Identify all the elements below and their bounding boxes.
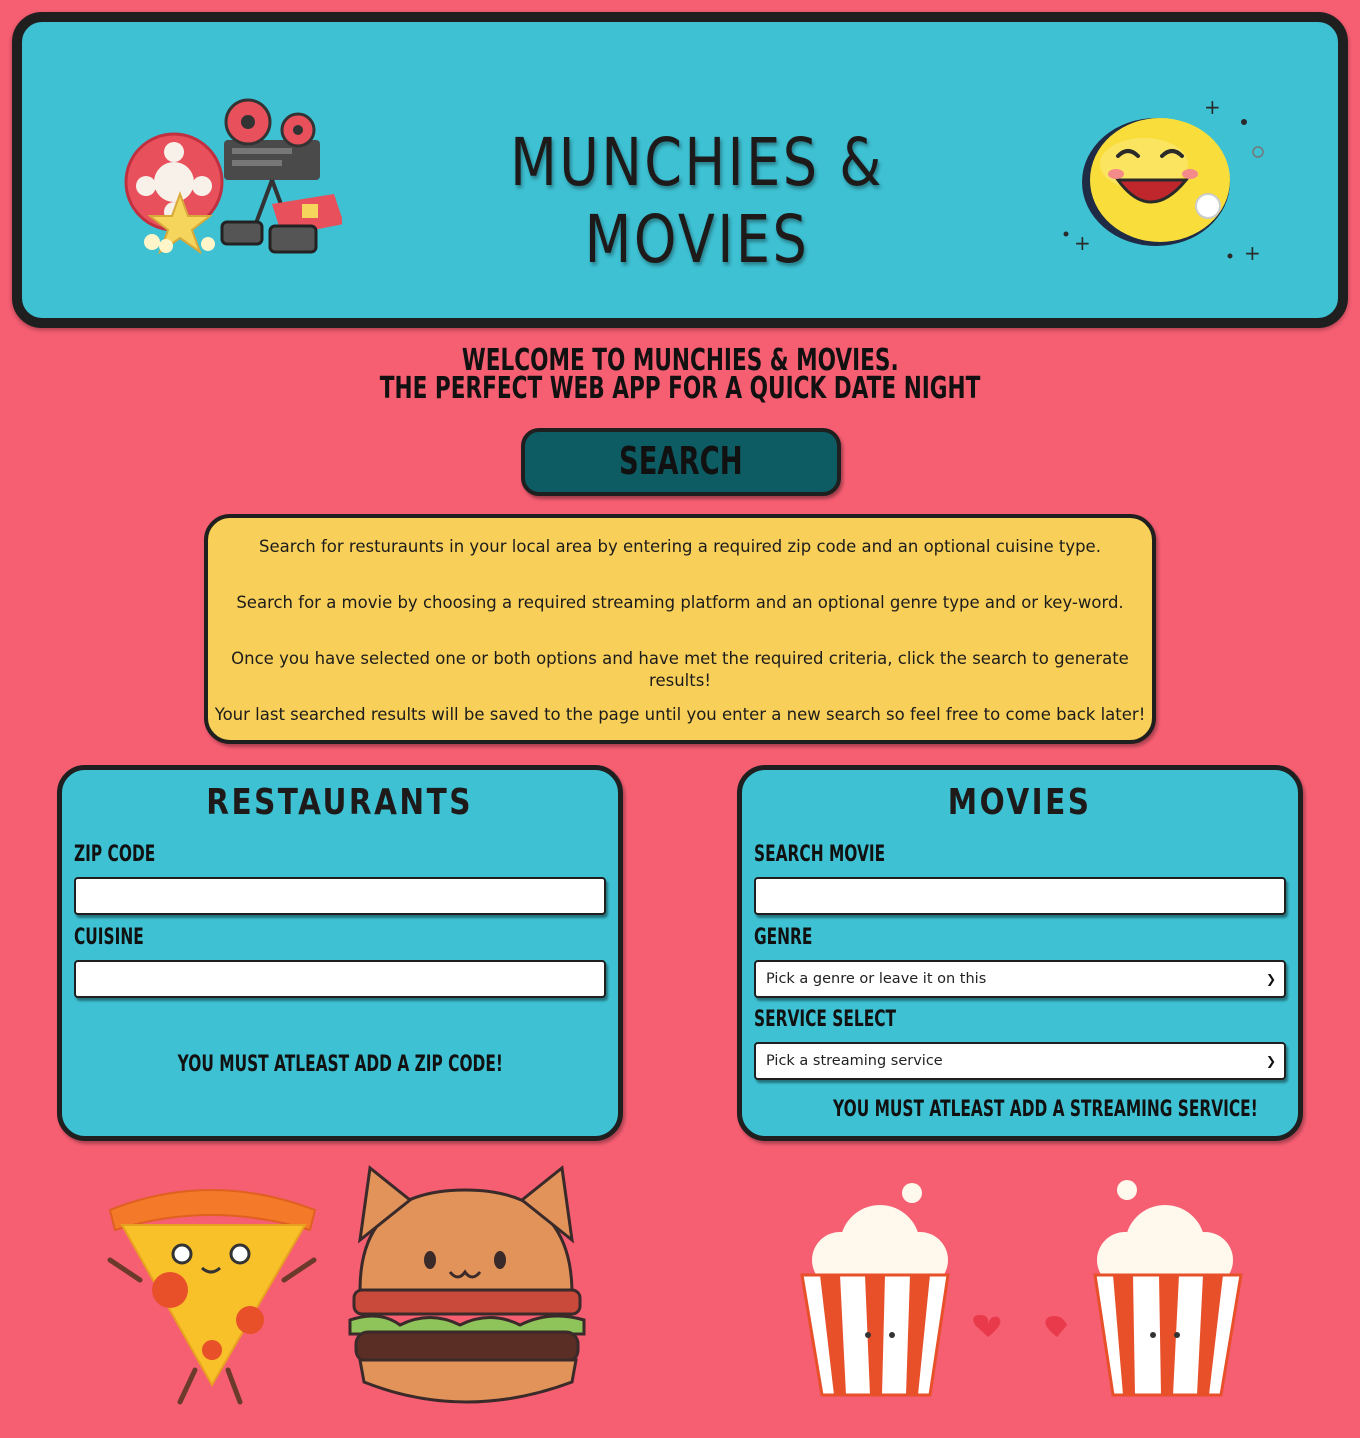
service-warning: YOU MUST ATLEAST ADD A STREAMING SERVICE… [833,1097,1258,1122]
chevron-down-icon: ❯ [1265,1054,1276,1068]
popcorn-left-icon [800,1183,1001,1397]
chevron-down-icon: ❯ [1265,972,1276,986]
service-select-label: SERVICE SELECT [754,1007,897,1032]
service-selected-value: Pick a streaming service [766,1053,943,1069]
cat-burger-icon [348,1165,586,1404]
popcorn-right-icon [1045,1180,1243,1397]
header-banner: MUNCHIES & MOVIES + + + [12,12,1348,328]
instruction-restaurants: Search for resturaunts in your local are… [259,537,1101,556]
movies-title: MOVIES [948,782,1092,823]
zip-warning: YOU MUST ATLEAST ADD A ZIP CODE! [177,1052,503,1077]
zip-code-input[interactable] [74,877,606,915]
instruction-saved: Your last searched results will be saved… [214,705,1146,724]
search-movie-label: SEARCH MOVIE [754,842,886,867]
instructions-box: Search for resturaunts in your local are… [204,514,1156,744]
instruction-movies: Search for a movie by choosing a require… [236,593,1124,612]
genre-selected-value: Pick a genre or leave it on this [766,971,987,987]
instruction-search: Once you have selected one or both optio… [231,649,1129,690]
genre-label: GENRE [754,925,813,950]
svg-text:+: + [1074,231,1091,255]
movies-panel: MOVIES SEARCH MOVIE GENRE Pick a genre o… [737,765,1303,1141]
genre-select[interactable]: Pick a genre or leave it on this ❯ [754,960,1286,998]
pizza-slice-icon [107,1189,317,1405]
zip-code-label: ZIP CODE [74,842,156,867]
cuisine-label: CUISINE [74,925,144,950]
search-button[interactable]: SEARCH [521,428,841,496]
cuisine-input[interactable] [74,960,606,998]
restaurants-title: RESTAURANTS [206,782,474,823]
film-projector-icon [124,98,342,254]
search-movie-input[interactable] [754,877,1286,915]
svg-text:+: + [1204,95,1221,119]
welcome-heading: WELCOME TO MUNCHIES & MOVIES. THE PERFEC… [379,343,981,406]
smiley-face-icon: + + + [1063,95,1264,265]
site-title: MUNCHIES & MOVIES [510,124,884,278]
restaurants-panel: RESTAURANTS ZIP CODE CUISINE YOU MUST AT… [57,765,623,1141]
service-select[interactable]: Pick a streaming service ❯ [754,1042,1286,1080]
svg-text:+: + [1244,241,1261,265]
